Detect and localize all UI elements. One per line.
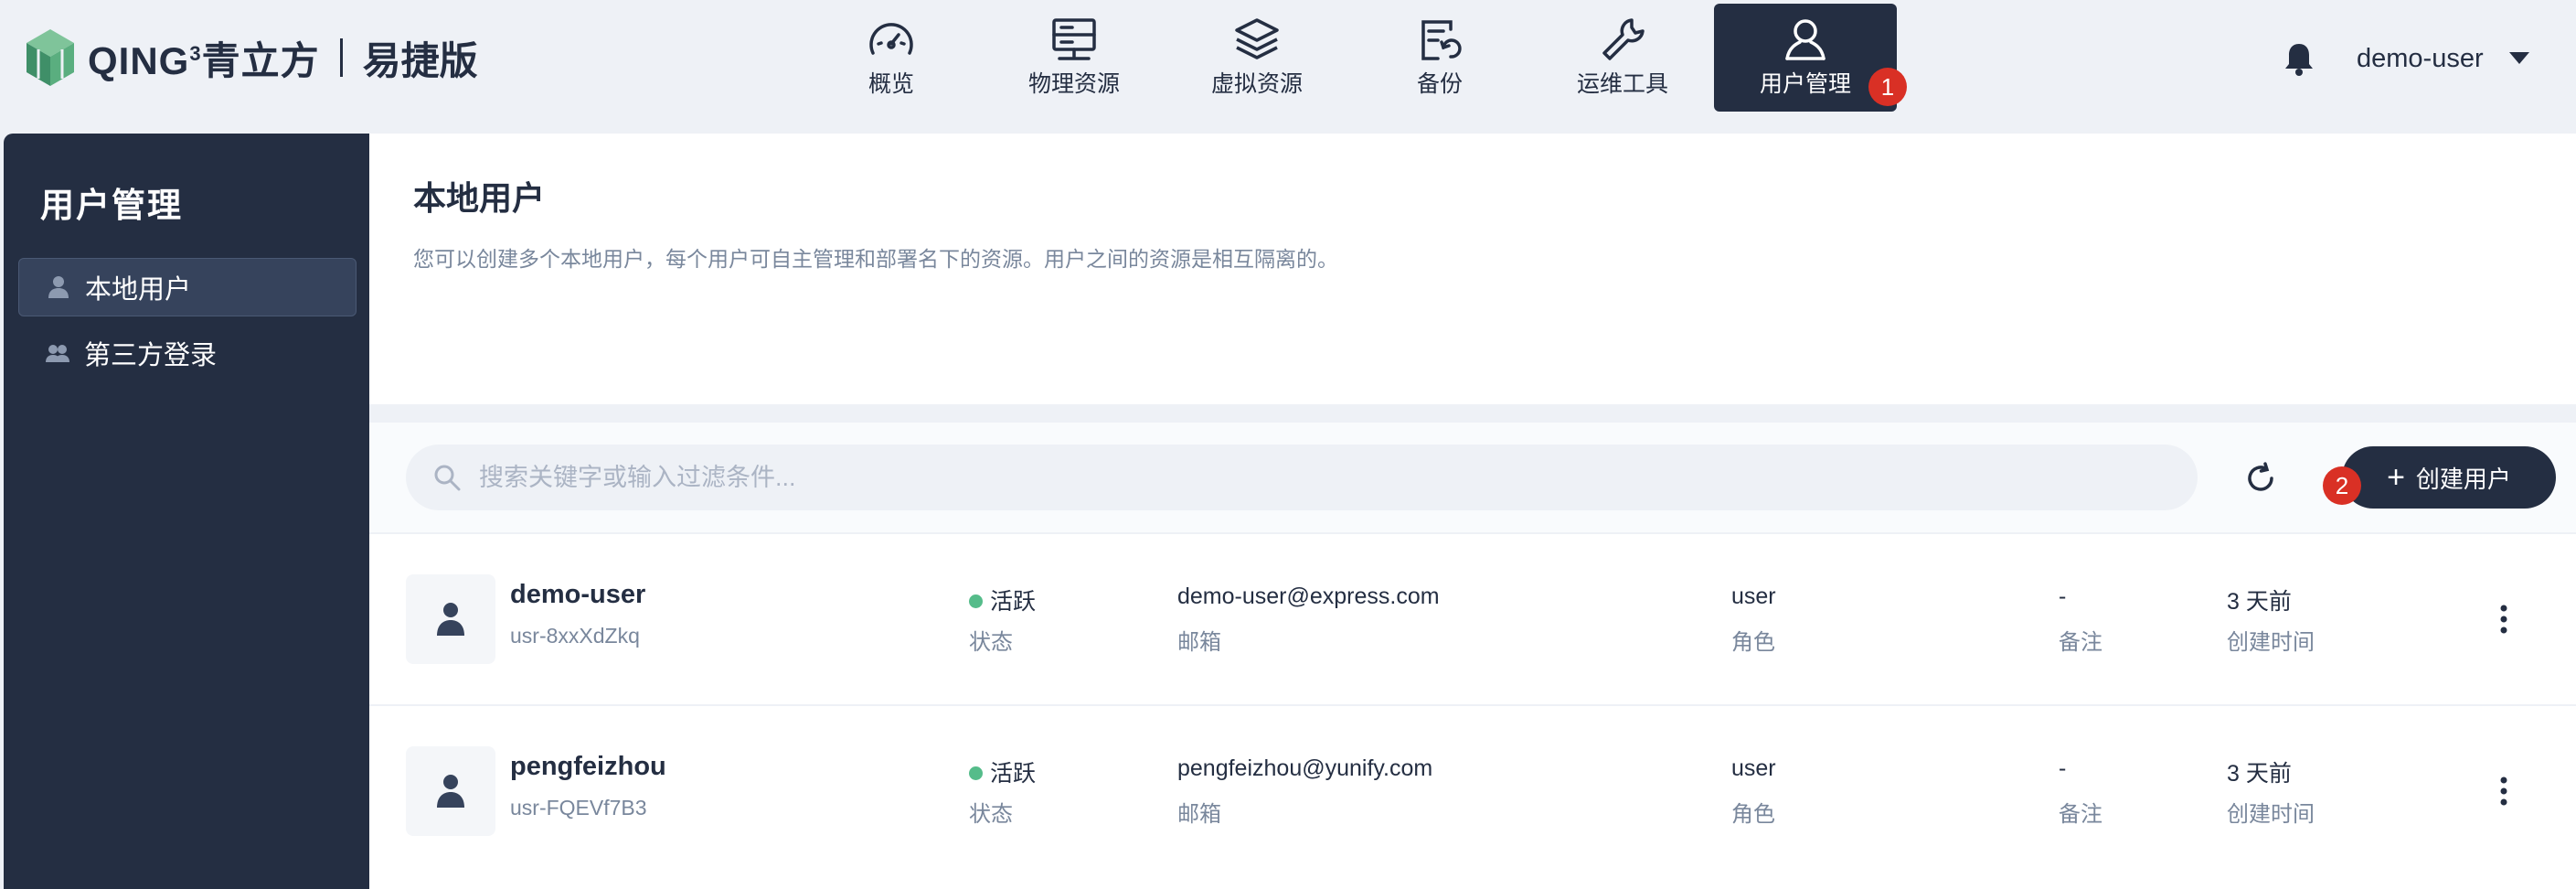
user-list: demo-user usr-8xxXdZkq 活跃 状态 demo-user@e… [369, 532, 2576, 889]
backup-icon [1421, 20, 1462, 60]
plus-icon: + [2387, 459, 2405, 495]
search-bar[interactable] [406, 444, 2198, 510]
status-key: 状态 [969, 802, 1013, 827]
user-menu[interactable]: demo-user [2357, 40, 2529, 77]
search-icon [434, 465, 461, 491]
user-status: 活跃 [969, 755, 1036, 788]
qingcube-logo-icon [27, 29, 74, 86]
sidebar-title: 用户管理 [40, 187, 183, 224]
nav-physical-resources[interactable]: 物理资源 [983, 4, 1166, 112]
page-description: 您可以创建多个本地用户，每个用户可自主管理和部署名下的资源。用户之间的资源是相互… [413, 247, 1338, 271]
status-dot-icon [969, 766, 983, 780]
server-icon [1052, 18, 1096, 60]
nav-label: 用户管理 [1759, 71, 1851, 97]
user-id: usr-FQEVf7B3 [510, 796, 647, 819]
sidebar-item-third-party-login[interactable]: 第三方登录 [18, 324, 357, 382]
email-key: 邮箱 [1177, 630, 1221, 655]
user-email: pengfeizhou@yunify.com [1177, 755, 1433, 781]
create-user-label: 创建用户 [2415, 465, 2511, 493]
step-badge-1: 1 [1868, 68, 1907, 106]
user-name[interactable]: demo-user [510, 580, 645, 610]
nav-virtual-resources[interactable]: 虚拟资源 [1166, 4, 1348, 112]
user-email: demo-user@express.com [1177, 584, 1440, 609]
logo-divider [339, 38, 343, 77]
note-key: 备注 [2059, 630, 2102, 655]
user-name[interactable]: pengfeizhou [510, 752, 666, 782]
refresh-icon[interactable] [2243, 461, 2278, 496]
nav-user-management[interactable]: 用户管理 [1714, 4, 1897, 112]
logo[interactable]: QING3青立方 易捷版 [24, 26, 478, 90]
user-note: - [2059, 584, 2067, 609]
email-key: 邮箱 [1177, 802, 1221, 827]
more-vertical-icon[interactable] [2497, 774, 2510, 809]
user-status: 活跃 [969, 584, 1036, 616]
nav-label: 概览 [868, 71, 914, 97]
user-role: user [1731, 584, 1776, 609]
nav-label: 运维工具 [1576, 71, 1668, 97]
create-user-button[interactable]: + 创建用户 [2342, 446, 2556, 509]
user-created: 3 天前 [2227, 761, 2292, 787]
status-key: 状态 [969, 630, 1013, 655]
nav-label: 虚拟资源 [1210, 71, 1303, 97]
nav-label: 备份 [1416, 71, 1463, 97]
dashboard-icon [869, 23, 913, 55]
user-note: - [2059, 755, 2067, 781]
created-key: 创建时间 [2227, 802, 2315, 827]
user-icon [437, 775, 464, 808]
note-key: 备注 [2059, 802, 2102, 827]
nav-backup[interactable]: 备份 [1348, 4, 1531, 112]
page-title: 本地用户 [413, 179, 546, 217]
avatar [406, 574, 495, 664]
status-dot-icon [969, 594, 983, 608]
role-key: 角色 [1731, 802, 1775, 827]
toolbar: + 创建用户 [369, 423, 2576, 532]
logo-edition: 易捷版 [362, 38, 478, 82]
wrench-icon [1602, 18, 1645, 60]
user-id: usr-8xxXdZkq [510, 624, 640, 648]
sidebar-item-label: 第三方登录 [84, 341, 218, 370]
user-icon [48, 276, 69, 298]
current-username: demo-user [2357, 43, 2484, 73]
page-header: 本地用户 您可以创建多个本地用户，每个用户可自主管理和部署名下的资源。用户之间的… [369, 134, 2576, 404]
layers-icon [1235, 18, 1279, 59]
sidebar: 用户管理 本地用户 第三方登录 [4, 134, 369, 889]
more-vertical-icon[interactable] [2497, 602, 2510, 637]
step-badge-2: 2 [2323, 466, 2361, 505]
bell-icon[interactable] [2282, 40, 2316, 77]
search-input[interactable] [479, 463, 2170, 492]
role-key: 角色 [1731, 630, 1775, 655]
nav-overview[interactable]: 概览 [800, 4, 983, 112]
user-icon [437, 603, 464, 636]
sidebar-item-label: 本地用户 [85, 275, 192, 305]
list-item[interactable]: pengfeizhou usr-FQEVf7B3 活跃 状态 pengfeizh… [369, 704, 2576, 874]
nav-ops-tools[interactable]: 运维工具 [1531, 4, 1714, 112]
chevron-down-icon [2508, 52, 2529, 64]
list-item[interactable]: demo-user usr-8xxXdZkq 活跃 状态 demo-user@e… [369, 532, 2576, 702]
logo-brand: QING3青立方 [88, 38, 320, 82]
created-key: 创建时间 [2227, 630, 2315, 655]
user-created: 3 天前 [2227, 589, 2292, 615]
user-role: user [1731, 755, 1776, 781]
users-icon [46, 345, 69, 362]
avatar [406, 746, 495, 836]
nav-label: 物理资源 [1027, 71, 1120, 97]
user-icon [1785, 19, 1826, 60]
sidebar-item-local-users[interactable]: 本地用户 [18, 258, 357, 316]
top-bar: QING3青立方 易捷版 概览 物理资源 虚拟资源 备份 运维工具 用户管理 1… [0, 0, 2576, 134]
